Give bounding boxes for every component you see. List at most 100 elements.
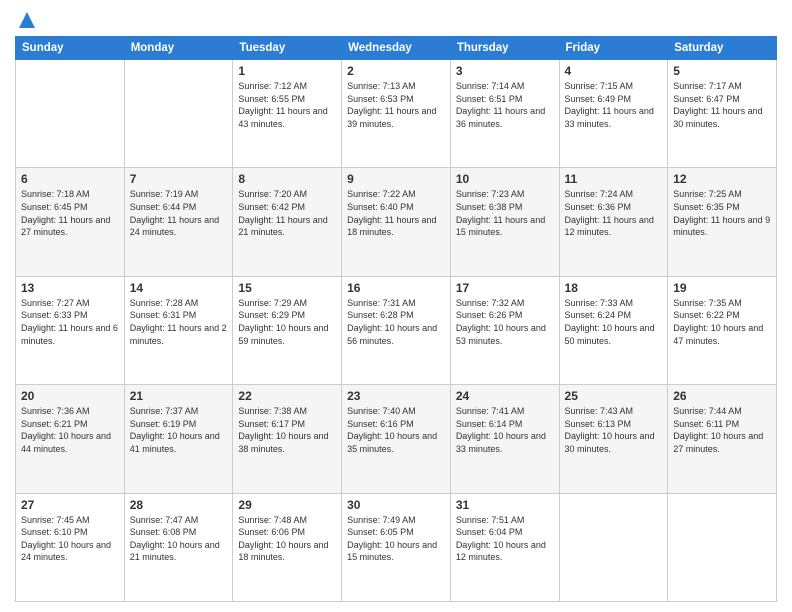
- calendar-cell: 13 Sunrise: 7:27 AMSunset: 6:33 PMDaylig…: [16, 276, 125, 384]
- day-number: 16: [347, 281, 445, 295]
- day-info: Sunrise: 7:48 AMSunset: 6:06 PMDaylight:…: [238, 514, 336, 564]
- day-number: 13: [21, 281, 119, 295]
- day-info: Sunrise: 7:47 AMSunset: 6:08 PMDaylight:…: [130, 514, 228, 564]
- calendar-cell: 26 Sunrise: 7:44 AMSunset: 6:11 PMDaylig…: [668, 385, 777, 493]
- day-info: Sunrise: 7:33 AMSunset: 6:24 PMDaylight:…: [565, 297, 663, 347]
- calendar-cell: [559, 493, 668, 601]
- calendar-cell: 14 Sunrise: 7:28 AMSunset: 6:31 PMDaylig…: [124, 276, 233, 384]
- calendar-cell: 25 Sunrise: 7:43 AMSunset: 6:13 PMDaylig…: [559, 385, 668, 493]
- calendar-cell: 20 Sunrise: 7:36 AMSunset: 6:21 PMDaylig…: [16, 385, 125, 493]
- calendar-header-thursday: Thursday: [450, 37, 559, 60]
- calendar-cell: 21 Sunrise: 7:37 AMSunset: 6:19 PMDaylig…: [124, 385, 233, 493]
- calendar-header-tuesday: Tuesday: [233, 37, 342, 60]
- calendar-cell: 22 Sunrise: 7:38 AMSunset: 6:17 PMDaylig…: [233, 385, 342, 493]
- calendar-cell: 11 Sunrise: 7:24 AMSunset: 6:36 PMDaylig…: [559, 168, 668, 276]
- calendar-cell: 2 Sunrise: 7:13 AMSunset: 6:53 PMDayligh…: [342, 60, 451, 168]
- day-number: 28: [130, 498, 228, 512]
- day-number: 2: [347, 64, 445, 78]
- calendar-header-wednesday: Wednesday: [342, 37, 451, 60]
- day-info: Sunrise: 7:43 AMSunset: 6:13 PMDaylight:…: [565, 405, 663, 455]
- calendar-header-row: SundayMondayTuesdayWednesdayThursdayFrid…: [16, 37, 777, 60]
- calendar-cell: 17 Sunrise: 7:32 AMSunset: 6:26 PMDaylig…: [450, 276, 559, 384]
- day-info: Sunrise: 7:12 AMSunset: 6:55 PMDaylight:…: [238, 80, 336, 130]
- day-number: 15: [238, 281, 336, 295]
- calendar-header-friday: Friday: [559, 37, 668, 60]
- calendar-cell: 15 Sunrise: 7:29 AMSunset: 6:29 PMDaylig…: [233, 276, 342, 384]
- day-number: 9: [347, 172, 445, 186]
- day-number: 1: [238, 64, 336, 78]
- day-info: Sunrise: 7:19 AMSunset: 6:44 PMDaylight:…: [130, 188, 228, 238]
- calendar-cell: [124, 60, 233, 168]
- day-info: Sunrise: 7:45 AMSunset: 6:10 PMDaylight:…: [21, 514, 119, 564]
- day-info: Sunrise: 7:17 AMSunset: 6:47 PMDaylight:…: [673, 80, 771, 130]
- calendar-week-row: 6 Sunrise: 7:18 AMSunset: 6:45 PMDayligh…: [16, 168, 777, 276]
- day-info: Sunrise: 7:15 AMSunset: 6:49 PMDaylight:…: [565, 80, 663, 130]
- day-info: Sunrise: 7:25 AMSunset: 6:35 PMDaylight:…: [673, 188, 771, 238]
- calendar-cell: 31 Sunrise: 7:51 AMSunset: 6:04 PMDaylig…: [450, 493, 559, 601]
- day-number: 11: [565, 172, 663, 186]
- day-info: Sunrise: 7:18 AMSunset: 6:45 PMDaylight:…: [21, 188, 119, 238]
- calendar-week-row: 1 Sunrise: 7:12 AMSunset: 6:55 PMDayligh…: [16, 60, 777, 168]
- calendar-cell: 28 Sunrise: 7:47 AMSunset: 6:08 PMDaylig…: [124, 493, 233, 601]
- day-number: 25: [565, 389, 663, 403]
- day-info: Sunrise: 7:37 AMSunset: 6:19 PMDaylight:…: [130, 405, 228, 455]
- day-number: 31: [456, 498, 554, 512]
- calendar-cell: 16 Sunrise: 7:31 AMSunset: 6:28 PMDaylig…: [342, 276, 451, 384]
- day-number: 22: [238, 389, 336, 403]
- logo: [15, 10, 37, 30]
- day-number: 29: [238, 498, 336, 512]
- calendar-cell: 8 Sunrise: 7:20 AMSunset: 6:42 PMDayligh…: [233, 168, 342, 276]
- day-info: Sunrise: 7:28 AMSunset: 6:31 PMDaylight:…: [130, 297, 228, 347]
- calendar-cell: 29 Sunrise: 7:48 AMSunset: 6:06 PMDaylig…: [233, 493, 342, 601]
- day-info: Sunrise: 7:44 AMSunset: 6:11 PMDaylight:…: [673, 405, 771, 455]
- day-number: 5: [673, 64, 771, 78]
- day-info: Sunrise: 7:22 AMSunset: 6:40 PMDaylight:…: [347, 188, 445, 238]
- day-info: Sunrise: 7:40 AMSunset: 6:16 PMDaylight:…: [347, 405, 445, 455]
- calendar-cell: 27 Sunrise: 7:45 AMSunset: 6:10 PMDaylig…: [16, 493, 125, 601]
- day-number: 14: [130, 281, 228, 295]
- day-number: 26: [673, 389, 771, 403]
- calendar-cell: 1 Sunrise: 7:12 AMSunset: 6:55 PMDayligh…: [233, 60, 342, 168]
- logo-icon: [17, 10, 37, 30]
- day-number: 4: [565, 64, 663, 78]
- calendar-cell: 18 Sunrise: 7:33 AMSunset: 6:24 PMDaylig…: [559, 276, 668, 384]
- day-info: Sunrise: 7:24 AMSunset: 6:36 PMDaylight:…: [565, 188, 663, 238]
- day-info: Sunrise: 7:20 AMSunset: 6:42 PMDaylight:…: [238, 188, 336, 238]
- calendar-cell: 7 Sunrise: 7:19 AMSunset: 6:44 PMDayligh…: [124, 168, 233, 276]
- calendar-cell: 3 Sunrise: 7:14 AMSunset: 6:51 PMDayligh…: [450, 60, 559, 168]
- calendar-cell: [16, 60, 125, 168]
- day-number: 21: [130, 389, 228, 403]
- day-info: Sunrise: 7:31 AMSunset: 6:28 PMDaylight:…: [347, 297, 445, 347]
- day-info: Sunrise: 7:51 AMSunset: 6:04 PMDaylight:…: [456, 514, 554, 564]
- day-number: 12: [673, 172, 771, 186]
- day-number: 6: [21, 172, 119, 186]
- calendar-cell: 30 Sunrise: 7:49 AMSunset: 6:05 PMDaylig…: [342, 493, 451, 601]
- day-info: Sunrise: 7:36 AMSunset: 6:21 PMDaylight:…: [21, 405, 119, 455]
- day-number: 23: [347, 389, 445, 403]
- day-info: Sunrise: 7:27 AMSunset: 6:33 PMDaylight:…: [21, 297, 119, 347]
- day-info: Sunrise: 7:29 AMSunset: 6:29 PMDaylight:…: [238, 297, 336, 347]
- day-info: Sunrise: 7:49 AMSunset: 6:05 PMDaylight:…: [347, 514, 445, 564]
- header: [15, 10, 777, 30]
- calendar-cell: [668, 493, 777, 601]
- day-info: Sunrise: 7:13 AMSunset: 6:53 PMDaylight:…: [347, 80, 445, 130]
- calendar-cell: 24 Sunrise: 7:41 AMSunset: 6:14 PMDaylig…: [450, 385, 559, 493]
- calendar-header-saturday: Saturday: [668, 37, 777, 60]
- page: SundayMondayTuesdayWednesdayThursdayFrid…: [0, 0, 792, 612]
- calendar-cell: 4 Sunrise: 7:15 AMSunset: 6:49 PMDayligh…: [559, 60, 668, 168]
- calendar-cell: 23 Sunrise: 7:40 AMSunset: 6:16 PMDaylig…: [342, 385, 451, 493]
- day-number: 3: [456, 64, 554, 78]
- calendar-cell: 6 Sunrise: 7:18 AMSunset: 6:45 PMDayligh…: [16, 168, 125, 276]
- day-number: 27: [21, 498, 119, 512]
- day-info: Sunrise: 7:14 AMSunset: 6:51 PMDaylight:…: [456, 80, 554, 130]
- day-number: 8: [238, 172, 336, 186]
- day-info: Sunrise: 7:41 AMSunset: 6:14 PMDaylight:…: [456, 405, 554, 455]
- day-info: Sunrise: 7:38 AMSunset: 6:17 PMDaylight:…: [238, 405, 336, 455]
- calendar-cell: 12 Sunrise: 7:25 AMSunset: 6:35 PMDaylig…: [668, 168, 777, 276]
- calendar-header-sunday: Sunday: [16, 37, 125, 60]
- calendar-cell: 9 Sunrise: 7:22 AMSunset: 6:40 PMDayligh…: [342, 168, 451, 276]
- day-info: Sunrise: 7:23 AMSunset: 6:38 PMDaylight:…: [456, 188, 554, 238]
- calendar-cell: 5 Sunrise: 7:17 AMSunset: 6:47 PMDayligh…: [668, 60, 777, 168]
- calendar-table: SundayMondayTuesdayWednesdayThursdayFrid…: [15, 36, 777, 602]
- calendar-week-row: 27 Sunrise: 7:45 AMSunset: 6:10 PMDaylig…: [16, 493, 777, 601]
